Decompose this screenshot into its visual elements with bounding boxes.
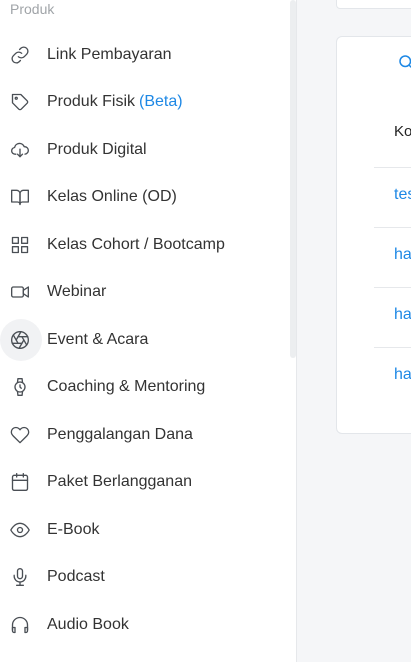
sidebar-item-produk-fisik[interactable]: Produk Fisik (Beta) — [0, 79, 290, 127]
microphone-icon — [9, 566, 31, 588]
table-row-link[interactable]: ha — [394, 246, 411, 264]
sidebar: Produk Link Pembayaran Produk Fisik (Beta… — [0, 0, 297, 662]
sidebar-menu: Link Pembayaran Produk Fisik (Beta) Produ… — [0, 31, 290, 649]
sidebar-item-label: Podcast — [47, 568, 105, 586]
divider — [374, 227, 411, 228]
sidebar-item-kelas-online[interactable]: Kelas Online (OD) — [0, 174, 290, 222]
divider — [374, 167, 411, 168]
top-card — [336, 0, 411, 9]
app: Produk Link Pembayaran Produk Fisik (Beta… — [0, 0, 411, 662]
sidebar-item-kelas-cohort[interactable]: Kelas Cohort / Bootcamp — [0, 221, 290, 269]
calendar-icon — [9, 471, 31, 493]
sidebar-item-label: Paket Berlangganan — [47, 473, 192, 491]
table-column-header: Ko — [394, 123, 411, 140]
table-row-link[interactable]: ha — [394, 306, 411, 324]
sidebar-item-label: E-Book — [47, 520, 100, 538]
sidebar-item-label: Produk Digital — [47, 140, 147, 158]
sidebar-item-label: Penggalangan Dana — [47, 425, 193, 443]
link-icon — [9, 44, 31, 66]
divider — [374, 287, 411, 288]
sidebar-item-e-book[interactable]: E-Book — [0, 506, 290, 554]
section-label-produk: Produk — [10, 1, 55, 17]
sidebar-item-event-acara[interactable]: Event & Acara — [0, 316, 290, 364]
sidebar-item-label: Produk Fisik — [47, 93, 136, 111]
sidebar-item-audio-book[interactable]: Audio Book — [0, 601, 290, 649]
heart-icon — [9, 424, 31, 446]
headphones-icon — [9, 614, 31, 636]
sidebar-item-link-pembayaran[interactable]: Link Pembayaran — [0, 31, 290, 79]
eye-icon — [9, 519, 31, 541]
sidebar-scrollbar[interactable] — [290, 0, 296, 358]
book-icon — [9, 186, 31, 208]
sidebar-item-label: Audio Book — [47, 615, 129, 633]
grid-icon — [9, 234, 31, 256]
cloud-download-icon — [9, 139, 31, 161]
sidebar-item-label: Kelas Online (OD) — [47, 188, 177, 206]
divider — [374, 347, 411, 348]
sidebar-item-paket-berlangganan[interactable]: Paket Berlangganan — [0, 459, 290, 507]
sidebar-item-label: Event & Acara — [47, 330, 149, 348]
tag-icon — [9, 91, 31, 113]
sidebar-item-podcast[interactable]: Podcast — [0, 554, 290, 602]
sidebar-item-produk-digital[interactable]: Produk Digital — [0, 126, 290, 174]
aperture-icon — [9, 329, 31, 351]
sidebar-item-label: Coaching & Mentoring — [47, 378, 206, 396]
sidebar-item-webinar[interactable]: Webinar — [0, 269, 290, 317]
search-icon[interactable] — [397, 53, 411, 71]
sidebar-item-label: Link Pembayaran — [47, 45, 172, 63]
sidebar-item-label: Webinar — [47, 283, 107, 301]
sidebar-item-coaching-mentoring[interactable]: Coaching & Mentoring — [0, 364, 290, 412]
table-row-link[interactable]: ha — [394, 366, 411, 384]
watch-icon — [9, 376, 31, 398]
beta-badge: (Beta) — [139, 93, 183, 111]
video-icon — [9, 281, 31, 303]
content-card: Ko tes ha ha ha — [336, 36, 411, 434]
sidebar-item-label: Kelas Cohort / Bootcamp — [47, 235, 225, 253]
sidebar-item-penggalangan-dana[interactable]: Penggalangan Dana — [0, 411, 290, 459]
table-row-link[interactable]: tes — [394, 186, 411, 204]
